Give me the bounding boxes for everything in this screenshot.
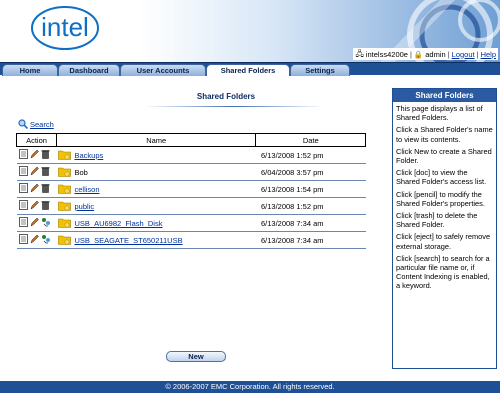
header: intel 🖧 intelss4200e | 🔒 admin | Logout …: [0, 0, 500, 62]
action-cell: [16, 146, 57, 164]
date-cell: 6/13/2008 1:52 pm: [255, 197, 366, 215]
tab-home[interactable]: Home: [2, 64, 58, 76]
trash-icon[interactable]: [41, 183, 50, 195]
column-header-date: Date: [255, 133, 366, 147]
shared-folder-icon: [58, 166, 72, 179]
host-name: intelss4200e: [365, 49, 408, 59]
column-header-action: Action: [16, 133, 57, 147]
search-link[interactable]: Search: [18, 119, 54, 129]
folder-name-link[interactable]: cellison: [74, 185, 99, 194]
name-cell: cellison: [56, 180, 256, 198]
date-cell: 6/13/2008 7:34 am: [255, 231, 366, 249]
pencil-icon[interactable]: [30, 217, 39, 229]
table-header-row: Action Name Date: [16, 133, 366, 147]
table-row: public 6/13/2008 1:52 pm: [16, 197, 366, 215]
help-text: Click [doc] to view the Shared Folder's …: [396, 168, 487, 187]
table-row: Bob 6/04/2008 3:57 pm: [16, 163, 366, 181]
folder-name-link[interactable]: Backups: [74, 151, 103, 160]
action-cell: [16, 231, 57, 249]
folder-name-link[interactable]: USB_AU6982_Flash_Disk: [74, 219, 162, 228]
document-icon[interactable]: [18, 217, 28, 229]
help-text: Click [pencil] to modify the Shared Fold…: [396, 189, 485, 208]
shared-folder-icon: [58, 200, 72, 213]
pencil-icon[interactable]: [30, 166, 39, 178]
help-text: Click New to create a Shared Folder.: [396, 146, 492, 166]
help-text: Click [search] to search for a particula…: [396, 253, 490, 291]
separator: |: [409, 49, 412, 59]
help-body: This page displays a list of Shared Fold…: [393, 102, 496, 296]
tab-shared-folders[interactable]: Shared Folders: [206, 64, 290, 76]
table-row: Backups 6/13/2008 1:52 pm: [16, 146, 366, 164]
user-name: admin: [425, 49, 446, 59]
svg-text:intel: intel: [41, 12, 89, 42]
date-cell: 6/04/2008 3:57 pm: [255, 163, 366, 181]
document-icon[interactable]: [18, 200, 28, 212]
page-title: Shared Folders: [196, 92, 256, 101]
document-icon[interactable]: [18, 183, 28, 195]
action-cell: [16, 180, 57, 198]
help-text: Click [trash] to delete the Shared Folde…: [396, 211, 478, 230]
help-link[interactable]: Help: [481, 50, 496, 59]
document-icon[interactable]: [18, 166, 28, 178]
document-icon[interactable]: [18, 149, 28, 161]
column-header-name: Name: [55, 133, 257, 147]
date-cell: 6/13/2008 1:54 pm: [255, 180, 366, 198]
help-text: This page displays a list of Shared Fold…: [396, 104, 483, 123]
tab-settings[interactable]: Settings: [290, 64, 350, 76]
name-cell: Backups: [56, 146, 256, 164]
footer: © 2006-2007 EMC Corporation. All rights …: [0, 381, 500, 393]
search-icon: [18, 119, 28, 129]
trash-icon[interactable]: [41, 166, 50, 178]
new-button[interactable]: New: [166, 351, 226, 362]
folder-name-link[interactable]: public: [74, 202, 94, 211]
action-cell: [16, 163, 57, 181]
search-label: Search: [30, 119, 54, 129]
network-icon: 🖧: [355, 48, 364, 58]
folder-name-link: Bob: [74, 167, 88, 177]
trash-icon[interactable]: [41, 149, 50, 161]
table-row: USB_AU6982_Flash_Disk 6/13/2008 7:34 am: [16, 214, 366, 232]
table-row: cellison 6/13/2008 1:54 pm: [16, 180, 366, 198]
pencil-icon[interactable]: [30, 183, 39, 195]
eject-icon[interactable]: [41, 234, 51, 246]
date-cell: 6/13/2008 1:52 pm: [255, 146, 366, 164]
help-text: Click [eject] to safely remove external …: [396, 232, 491, 251]
nav-tabs: Home Dashboard User Accounts Shared Fold…: [0, 62, 500, 76]
eject-icon[interactable]: [41, 217, 51, 229]
name-cell: Bob: [56, 163, 256, 181]
pencil-icon[interactable]: [30, 200, 39, 212]
shared-folder-icon: [58, 217, 72, 230]
shared-folder-icon: [58, 234, 72, 247]
help-panel: Shared Folders This page displays a list…: [392, 88, 497, 369]
pencil-icon[interactable]: [30, 234, 39, 246]
name-cell: USB_SEAGATE_ST650211USB: [56, 231, 256, 249]
document-icon[interactable]: [18, 234, 28, 246]
lock-icon: 🔒: [413, 49, 424, 59]
table-row: USB_SEAGATE_ST650211USB 6/13/2008 7:34 am: [16, 231, 366, 249]
separator: |: [447, 49, 450, 59]
user-bar: 🖧 intelss4200e | 🔒 admin | Logout | Help: [353, 48, 498, 60]
action-cell: [16, 214, 57, 232]
shared-folder-icon: [58, 183, 72, 196]
logout-link[interactable]: Logout: [452, 50, 475, 59]
action-cell: [16, 197, 57, 215]
tab-user-accounts[interactable]: User Accounts: [120, 64, 206, 76]
shared-folders-table: Action Name Date Backups 6/13/2008 1:52 p…: [16, 133, 366, 249]
pencil-icon[interactable]: [30, 149, 39, 161]
tab-dashboard[interactable]: Dashboard: [58, 64, 120, 76]
help-text: Click a Shared Folder's name to view its…: [396, 125, 493, 144]
intel-logo: intel: [31, 6, 99, 50]
shared-folder-icon: [58, 149, 72, 162]
trash-icon[interactable]: [41, 200, 50, 212]
title-underline: [144, 106, 324, 107]
name-cell: public: [56, 197, 256, 215]
separator: |: [476, 49, 479, 59]
folder-name-link[interactable]: USB_SEAGATE_ST650211USB: [74, 236, 182, 245]
date-cell: 6/13/2008 7:34 am: [255, 214, 366, 232]
name-cell: USB_AU6982_Flash_Disk: [56, 214, 256, 232]
help-title: Shared Folders: [393, 89, 496, 102]
